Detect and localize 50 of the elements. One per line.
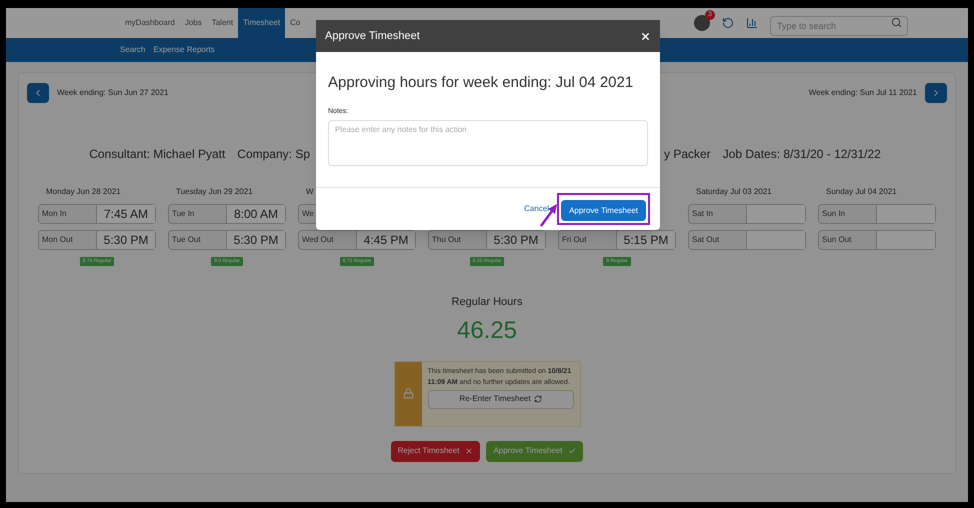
previous-week-label: Week ending: Sun Jun 27 2021 (57, 87, 168, 99)
time-out-field[interactable]: Fri Out 5:15 PM (558, 230, 676, 250)
time-in-field[interactable]: Sun In (818, 204, 936, 224)
day-header: Sunday Jul 04 2021 (826, 186, 897, 198)
job-info-text: Job Dates: 8/31/20 - 12/31/22 (722, 146, 881, 163)
refresh-icon (534, 395, 542, 403)
previous-week-button[interactable] (27, 83, 49, 103)
time-in-field[interactable]: Mon In 7:45 AM (38, 204, 156, 224)
notes-field[interactable]: Please enter any notes for this action (328, 120, 648, 166)
subnav-link[interactable]: Expense Reports (153, 44, 215, 56)
nav-tab[interactable]: Jobs (180, 8, 207, 38)
time-in-field[interactable]: Tue In 8:00 AM (168, 204, 286, 224)
search-icon[interactable] (891, 17, 902, 28)
time-out-field[interactable]: Sun Out (818, 230, 936, 250)
subnav-link[interactable]: Search (120, 44, 146, 56)
lock-icon (402, 388, 414, 399)
day-header: W (306, 186, 314, 198)
time-out-field[interactable]: Mon Out 5:30 PM (38, 230, 156, 250)
avatar[interactable] (694, 15, 710, 31)
job-info-text: y Packer (664, 146, 711, 163)
undo-icon[interactable] (722, 17, 734, 29)
time-out-field[interactable]: Tue Out 5:30 PM (168, 230, 286, 250)
close-icon[interactable] (640, 30, 651, 42)
cancel-link[interactable]: Cancel (524, 203, 550, 215)
check-icon (568, 447, 576, 455)
reject-button[interactable]: Reject Timesheet (390, 440, 480, 462)
time-out-field[interactable]: Thu Out 5:30 PM (428, 230, 546, 250)
regular-hours-label: Regular Hours (452, 295, 522, 310)
regular-hours-value: 46.25 (456, 316, 518, 346)
confirm-approve-button[interactable]: Approve Timesheet (561, 200, 646, 222)
next-week-button[interactable] (925, 83, 947, 103)
nav-tab[interactable]: Talent (206, 8, 238, 38)
time-out-field[interactable]: Sat Out (688, 230, 806, 250)
bar-chart-icon[interactable] (746, 17, 758, 29)
day-header: Tuesday Jun 29 2021 (176, 186, 253, 198)
re-enter-timesheet-button[interactable]: Re-Enter Timesheet (428, 390, 574, 408)
nav-tab[interactable]: myDashboard (120, 8, 180, 38)
job-info-text: Company: Sp (237, 146, 310, 163)
time-in-field[interactable]: Sat In (688, 204, 806, 224)
time-out-field[interactable]: Wed Out 4:45 PM (298, 230, 416, 250)
day-header: Monday Jun 28 2021 (46, 186, 121, 198)
search-field[interactable]: Type to search (770, 16, 908, 36)
dialog-title: Approve Timesheet (325, 28, 420, 44)
next-week-label: Week ending: Sun Jul 11 2021 (808, 87, 917, 99)
dialog-heading: Approving hours for week ending: Jul 04 2021 (328, 73, 634, 93)
day-header: Saturday Jul 03 2021 (696, 186, 772, 198)
job-info-text: Consultant: Michael Pyatt (89, 146, 226, 163)
nav-tab[interactable]: Timesheet (238, 8, 286, 38)
close-icon (465, 447, 474, 455)
nav-tab[interactable]: Co (285, 8, 306, 38)
